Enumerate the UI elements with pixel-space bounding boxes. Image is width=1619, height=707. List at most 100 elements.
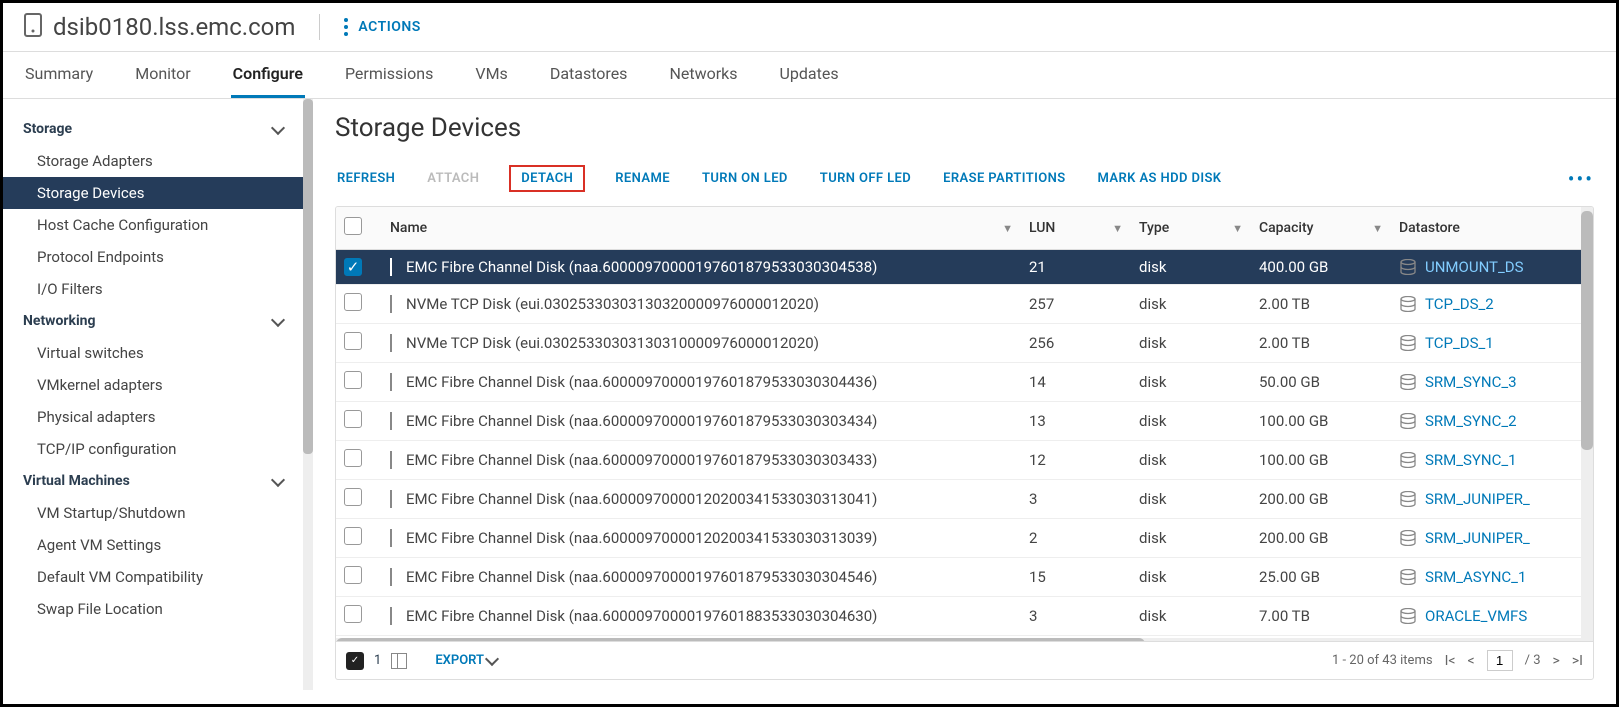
table-row[interactable]: EMC Fibre Channel Disk (naa.600009700001… — [336, 480, 1581, 519]
datastore-link[interactable]: SRM_SYNC_3 — [1425, 373, 1517, 391]
filter-icon[interactable]: ▼ — [1112, 222, 1123, 235]
tab-configure[interactable]: Configure — [231, 52, 305, 98]
row-checkbox[interactable] — [344, 332, 362, 350]
turn-on-led-button[interactable]: TURN ON LED — [700, 167, 790, 190]
table-row[interactable]: EMC Fibre Channel Disk (naa.600009700001… — [336, 402, 1581, 441]
table-row[interactable]: EMC Fibre Channel Disk (naa.600009700001… — [336, 363, 1581, 402]
column-capacity: Capacity — [1259, 220, 1314, 236]
select-all-checkbox[interactable] — [344, 217, 362, 235]
datastore-link[interactable]: TCP_DS_1 — [1425, 334, 1494, 352]
row-indicator — [390, 607, 392, 625]
datastore-icon — [1399, 530, 1417, 546]
mark-as-hdd-button[interactable]: MARK AS HDD DISK — [1096, 167, 1224, 190]
type-value: disk — [1131, 324, 1251, 363]
tab-permissions[interactable]: Permissions — [343, 52, 435, 98]
row-checkbox[interactable] — [344, 293, 362, 311]
row-checkbox[interactable]: ✓ — [344, 258, 362, 276]
refresh-button[interactable]: REFRESH — [335, 167, 397, 190]
columns-icon[interactable] — [391, 653, 407, 669]
sidebar-scrollbar[interactable] — [303, 99, 313, 690]
datastore-icon — [1399, 569, 1417, 585]
tab-vms[interactable]: VMs — [473, 52, 509, 98]
column-name: Name — [390, 220, 427, 236]
column-lun: LUN — [1029, 220, 1055, 236]
row-indicator — [390, 568, 392, 586]
row-indicator — [390, 490, 392, 508]
selected-badge-icon: ✓ — [346, 652, 364, 670]
filter-icon[interactable]: ▼ — [1232, 222, 1243, 235]
sidebar-item[interactable]: Protocol Endpoints — [3, 241, 303, 273]
next-page-button[interactable]: > — [1553, 653, 1560, 669]
lun-value: 21 — [1021, 250, 1131, 285]
row-checkbox[interactable] — [344, 488, 362, 506]
table-vertical-scrollbar[interactable] — [1581, 207, 1593, 641]
actions-menu[interactable]: ACTIONS — [344, 18, 420, 36]
row-checkbox[interactable] — [344, 449, 362, 467]
datastore-link[interactable]: SRM_ASYNC_1 — [1425, 568, 1526, 586]
table-row[interactable]: EMC Fibre Channel Disk (naa.600009700001… — [336, 519, 1581, 558]
row-checkbox[interactable] — [344, 371, 362, 389]
datastore-link[interactable]: SRM_SYNC_2 — [1425, 412, 1517, 430]
tab-networks[interactable]: Networks — [667, 52, 739, 98]
row-checkbox[interactable] — [344, 605, 362, 623]
tab-summary[interactable]: Summary — [23, 52, 95, 98]
table-row[interactable]: EMC Fibre Channel Disk (naa.600009700001… — [336, 597, 1581, 636]
datastore-link[interactable]: TCP_DS_2 — [1425, 295, 1494, 313]
erase-partitions-button[interactable]: ERASE PARTITIONS — [941, 167, 1067, 190]
device-name: EMC Fibre Channel Disk (naa.600009700001… — [406, 451, 877, 469]
lun-value: 15 — [1021, 558, 1131, 597]
sidebar-item[interactable]: Agent VM Settings — [3, 529, 303, 561]
sidebar-group[interactable]: Virtual Machines — [3, 465, 303, 497]
storage-devices-table: Name▼ LUN▼ Type▼ Capacity▼ Datastore ✓EM… — [335, 206, 1594, 680]
datastore-link[interactable]: SRM_SYNC_1 — [1425, 451, 1517, 469]
sidebar-item[interactable]: Default VM Compatibility — [3, 561, 303, 593]
datastore-link[interactable]: ORACLE_VMFS — [1425, 607, 1527, 625]
sidebar-item[interactable]: VMkernel adapters — [3, 369, 303, 401]
more-actions-button[interactable]: ••• — [1568, 167, 1594, 191]
type-value: disk — [1131, 558, 1251, 597]
sidebar-item[interactable]: Host Cache Configuration — [3, 209, 303, 241]
sidebar-item[interactable]: VM Startup/Shutdown — [3, 497, 303, 529]
sidebar-item[interactable]: I/O Filters — [3, 273, 303, 305]
sidebar-item[interactable]: Swap File Location — [3, 593, 303, 625]
table-row[interactable]: NVMe TCP Disk (eui.030253303031303100009… — [336, 324, 1581, 363]
sidebar-item[interactable]: Storage Devices — [3, 177, 303, 209]
rename-button[interactable]: RENAME — [613, 167, 672, 190]
table-row[interactable]: EMC Fibre Channel Disk (naa.600009700001… — [336, 558, 1581, 597]
datastore-link[interactable]: SRM_JUNIPER_ — [1425, 529, 1530, 547]
type-value: disk — [1131, 363, 1251, 402]
export-button[interactable]: EXPORT — [435, 653, 497, 668]
table-row[interactable]: ✓EMC Fibre Channel Disk (naa.60000970000… — [336, 250, 1581, 285]
capacity-value: 100.00 GB — [1251, 402, 1391, 441]
device-name: NVMe TCP Disk (eui.030253303031303100009… — [406, 334, 819, 352]
capacity-value: 2.00 TB — [1251, 324, 1391, 363]
tab-monitor[interactable]: Monitor — [133, 52, 192, 98]
selected-count: 1 — [374, 653, 381, 668]
row-checkbox[interactable] — [344, 566, 362, 584]
type-value: disk — [1131, 519, 1251, 558]
turn-off-led-button[interactable]: TURN OFF LED — [818, 167, 913, 190]
table-row[interactable]: EMC Fibre Channel Disk (naa.600009700001… — [336, 441, 1581, 480]
page-input[interactable] — [1487, 650, 1513, 671]
detach-button[interactable]: DETACH — [509, 165, 585, 192]
first-page-button[interactable]: I< — [1445, 653, 1456, 669]
sidebar-item[interactable]: Virtual switches — [3, 337, 303, 369]
tab-updates[interactable]: Updates — [778, 52, 841, 98]
last-page-button[interactable]: >I — [1572, 653, 1583, 669]
type-value: disk — [1131, 285, 1251, 324]
sidebar-item[interactable]: TCP/IP configuration — [3, 433, 303, 465]
filter-icon[interactable]: ▼ — [1002, 222, 1013, 235]
sidebar-item[interactable]: Physical adapters — [3, 401, 303, 433]
prev-page-button[interactable]: < — [1468, 653, 1475, 669]
datastore-link[interactable]: SRM_JUNIPER_ — [1425, 490, 1530, 508]
sidebar-group[interactable]: Networking — [3, 305, 303, 337]
row-checkbox[interactable] — [344, 410, 362, 428]
capacity-value: 7.00 TB — [1251, 597, 1391, 636]
sidebar-item[interactable]: Storage Adapters — [3, 145, 303, 177]
filter-icon[interactable]: ▼ — [1372, 222, 1383, 235]
row-checkbox[interactable] — [344, 527, 362, 545]
table-row[interactable]: NVMe TCP Disk (eui.030253303031303200009… — [336, 285, 1581, 324]
sidebar-group[interactable]: Storage — [3, 113, 303, 145]
tab-datastores[interactable]: Datastores — [548, 52, 630, 98]
datastore-link[interactable]: UNMOUNT_DS — [1425, 258, 1524, 276]
